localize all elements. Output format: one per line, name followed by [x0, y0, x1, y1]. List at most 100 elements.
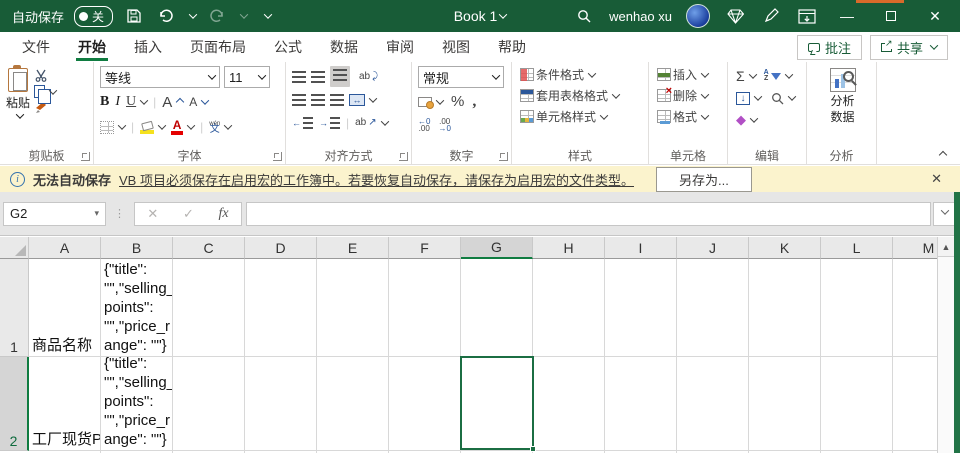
comments-button[interactable]: 批注: [796, 34, 862, 60]
cell-k1[interactable]: [749, 259, 821, 357]
column-header-e[interactable]: E: [317, 237, 389, 259]
underline-button[interactable]: U: [126, 94, 149, 110]
cell-styles-button[interactable]: 单元格样式: [520, 108, 644, 125]
align-center-button[interactable]: [311, 93, 325, 106]
align-middle-button[interactable]: [311, 70, 325, 83]
increase-decimal-button[interactable]: ←0.00: [418, 118, 430, 133]
insert-function-button[interactable]: fx: [219, 206, 229, 222]
column-header-g[interactable]: G: [461, 237, 533, 259]
fill-color-button[interactable]: [140, 120, 167, 134]
column-header-d[interactable]: D: [245, 237, 317, 259]
column-header-c[interactable]: C: [173, 237, 245, 259]
cell-e1[interactable]: [317, 259, 389, 357]
cut-button[interactable]: [34, 69, 56, 82]
search-icon[interactable]: [573, 5, 595, 27]
cell-i2[interactable]: [605, 357, 677, 451]
cell-h2[interactable]: [533, 357, 605, 451]
cell-d2[interactable]: [245, 357, 317, 451]
cell-c2[interactable]: [173, 357, 245, 451]
tab-help[interactable]: 帮助: [484, 32, 540, 62]
tab-formulas[interactable]: 公式: [260, 32, 316, 62]
align-left-button[interactable]: [292, 93, 306, 106]
decrease-decimal-button[interactable]: .00 →0: [438, 118, 450, 133]
clear-button[interactable]: ◆: [736, 112, 759, 128]
cell-l1[interactable]: [821, 259, 893, 357]
font-dialog-launcher[interactable]: [273, 152, 282, 161]
vertical-scrollbar[interactable]: ▲: [937, 237, 954, 453]
maximize-button[interactable]: [876, 1, 906, 31]
cell-d1[interactable]: [245, 259, 317, 357]
save-as-button[interactable]: 另存为...: [655, 166, 752, 192]
bold-button[interactable]: B: [100, 94, 109, 110]
number-format-select[interactable]: 常规: [418, 66, 504, 88]
comma-style-button[interactable]: ,: [472, 93, 476, 111]
undo-button[interactable]: [155, 5, 177, 27]
merge-center-button[interactable]: ↔: [349, 93, 378, 106]
orientation-button[interactable]: ab ↗: [355, 116, 389, 128]
font-color-button[interactable]: A: [171, 119, 196, 135]
enter-icon[interactable]: ✓: [183, 206, 194, 222]
cell-j1[interactable]: [677, 259, 749, 357]
wrap-text-button[interactable]: ab ⤸: [359, 71, 378, 82]
cell-k2[interactable]: [749, 357, 821, 451]
accounting-format-button[interactable]: [418, 95, 445, 109]
tab-home[interactable]: 开始: [64, 32, 120, 62]
user-name[interactable]: wenhao xu: [609, 9, 672, 24]
row-header-1[interactable]: 1: [0, 259, 29, 357]
tab-file[interactable]: 文件: [8, 32, 64, 62]
minimize-button[interactable]: —: [832, 1, 862, 31]
formula-bar-splitter[interactable]: ⋮: [114, 207, 126, 220]
paste-button[interactable]: 粘贴: [6, 65, 30, 147]
active-cell-selection[interactable]: [460, 356, 536, 452]
cell-j2[interactable]: [677, 357, 749, 451]
format-as-table-button[interactable]: 套用表格格式: [520, 87, 644, 104]
tab-review[interactable]: 审阅: [372, 32, 428, 62]
redo-dropdown-icon[interactable]: [239, 10, 249, 19]
align-right-button[interactable]: [330, 93, 344, 106]
borders-button[interactable]: [100, 120, 127, 134]
analyze-data-button[interactable]: 分析 数据: [829, 66, 856, 147]
tab-view[interactable]: 视图: [428, 32, 484, 62]
italic-button[interactable]: I: [115, 94, 120, 110]
column-header-i[interactable]: I: [605, 237, 677, 259]
alignment-dialog-launcher[interactable]: [399, 152, 408, 161]
cell-b1[interactable]: {"title": "","selling_ points": "","pric…: [101, 259, 173, 357]
insert-cells-button[interactable]: 插入: [657, 66, 723, 83]
cell-a2[interactable]: 工厂现货P: [29, 357, 101, 451]
align-top-button[interactable]: [292, 70, 306, 83]
font-size-select[interactable]: 11: [224, 66, 270, 88]
phonetic-guide-button[interactable]: wén 文: [209, 121, 233, 135]
customize-qat-icon[interactable]: [263, 10, 273, 19]
fill-button[interactable]: ↓: [736, 91, 763, 105]
clipboard-dialog-launcher[interactable]: [81, 152, 90, 161]
cell-c1[interactable]: [173, 259, 245, 357]
avatar[interactable]: [686, 4, 710, 28]
column-header-h[interactable]: H: [533, 237, 605, 259]
warning-message[interactable]: VB 项目必须保存在启用宏的工作簿中。若要恢复自动保存，请保存为启用宏的文件类型…: [119, 170, 634, 189]
cell-h1[interactable]: [533, 259, 605, 357]
cell-l2[interactable]: [821, 357, 893, 451]
warning-close-icon[interactable]: ✕: [931, 171, 950, 187]
conditional-formatting-button[interactable]: 条件格式: [520, 66, 644, 83]
redo-button[interactable]: [206, 5, 228, 27]
decrease-indent-button[interactable]: ←: [292, 116, 313, 129]
cell-m1[interactable]: [893, 259, 937, 357]
increase-indent-button[interactable]: →: [319, 116, 340, 129]
cancel-icon[interactable]: ✕: [147, 206, 158, 222]
row-header-2[interactable]: 2: [0, 357, 29, 451]
format-cells-button[interactable]: 格式: [657, 108, 723, 125]
cell-b2[interactable]: {"title": "","selling_ points": "","pric…: [101, 357, 173, 451]
number-dialog-launcher[interactable]: [499, 152, 508, 161]
column-header-b[interactable]: B: [101, 237, 173, 259]
increase-font-button[interactable]: A: [162, 94, 185, 111]
column-header-k[interactable]: K: [749, 237, 821, 259]
ribbon-display-options-icon[interactable]: [796, 5, 818, 27]
column-header-m[interactable]: M: [893, 237, 937, 259]
cell-a1[interactable]: 商品名称: [29, 259, 101, 357]
select-all-button[interactable]: [0, 237, 29, 259]
align-bottom-button[interactable]: [330, 66, 350, 87]
find-select-button[interactable]: [771, 92, 797, 105]
cell-g1[interactable]: [461, 259, 533, 357]
column-header-f[interactable]: F: [389, 237, 461, 259]
font-name-select[interactable]: 等线: [100, 66, 220, 88]
